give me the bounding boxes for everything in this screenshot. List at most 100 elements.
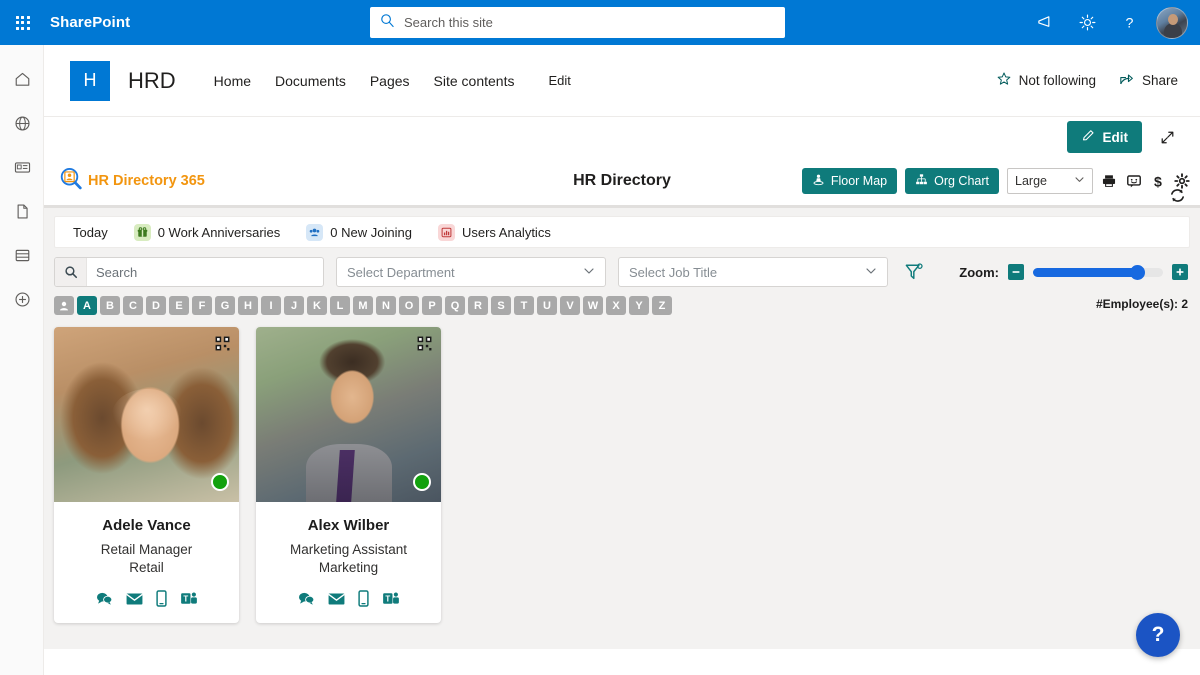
department-select-value: Select Department (347, 265, 455, 280)
list-icon[interactable] (0, 233, 44, 277)
funnel-filter-icon[interactable] (904, 262, 924, 282)
settings-icon[interactable] (1174, 173, 1190, 189)
employee-card[interactable]: Alex Wilber Marketing Assistant Marketin… (256, 327, 441, 623)
users-analytics-label: Users Analytics (462, 225, 551, 240)
nav-item-site-contents[interactable]: Site contents (422, 65, 527, 97)
alphabet-letter-p[interactable]: P (422, 296, 442, 315)
floor-map-icon (812, 173, 825, 189)
alphabet-letter-k[interactable]: K (307, 296, 327, 315)
alphabet-letter-b[interactable]: B (100, 296, 120, 315)
globe-icon[interactable] (0, 101, 44, 145)
alphabet-letter-e[interactable]: E (169, 296, 189, 315)
alphabet-letter-v[interactable]: V (560, 296, 580, 315)
job-title-select[interactable]: Select Job Title (618, 257, 888, 287)
alphabet-letter-r[interactable]: R (468, 296, 488, 315)
alphabet-letter-z[interactable]: Z (652, 296, 672, 315)
dollar-icon[interactable]: $ (1151, 173, 1165, 190)
avatar[interactable] (1156, 7, 1188, 39)
mobile-icon[interactable] (156, 590, 167, 607)
share-icon (1118, 71, 1135, 90)
alphabet-letter-m[interactable]: M (353, 296, 373, 315)
new-joining-item[interactable]: 0 New Joining (306, 224, 412, 241)
gear-icon[interactable] (1066, 0, 1108, 45)
zoom-slider-thumb[interactable] (1130, 265, 1145, 280)
alphabet-letter-q[interactable]: Q (445, 296, 465, 315)
alphabet-letter-t[interactable]: T (514, 296, 534, 315)
users-analytics-item[interactable]: Users Analytics (438, 224, 551, 241)
webpart-icon-group: $ (1101, 173, 1190, 190)
mobile-icon[interactable] (358, 590, 369, 607)
site-header: H HRD Home Documents Pages Site contents… (44, 45, 1200, 117)
share-button[interactable]: Share (1118, 71, 1178, 90)
expand-icon[interactable] (1154, 124, 1180, 150)
alphabet-letter-j[interactable]: J (284, 296, 304, 315)
directory-search-box[interactable] (54, 257, 324, 287)
nav-edit-link[interactable]: Edit (536, 65, 582, 96)
svg-text:T: T (385, 595, 390, 604)
alphabet-letter-w[interactable]: W (583, 296, 603, 315)
search-input[interactable] (404, 15, 785, 30)
hr-directory-365-brand[interactable]: HR Directory 365 (58, 166, 205, 197)
teams-icon[interactable]: T (180, 591, 198, 606)
teams-icon[interactable]: T (382, 591, 400, 606)
left-rail (0, 45, 44, 675)
floor-map-button[interactable]: Floor Map (802, 168, 897, 194)
alphabet-letter-i[interactable]: I (261, 296, 281, 315)
org-chart-button[interactable]: Org Chart (905, 168, 999, 194)
nav-item-documents[interactable]: Documents (263, 65, 358, 97)
zoom-slider[interactable] (1033, 268, 1163, 277)
alphabet-letter-x[interactable]: X (606, 296, 626, 315)
edit-page-button[interactable]: Edit (1067, 121, 1143, 153)
alphabet-letter-o[interactable]: O (399, 296, 419, 315)
news-icon[interactable] (0, 145, 44, 189)
alphabet-letter-g[interactable]: G (215, 296, 235, 315)
chat-icon[interactable] (298, 591, 315, 606)
alphabet-letter-u[interactable]: U (537, 296, 557, 315)
work-anniversaries-item[interactable]: 0 Work Anniversaries (134, 224, 281, 241)
person-icon[interactable] (54, 296, 74, 315)
print-icon[interactable] (1101, 173, 1117, 189)
help-icon[interactable]: ? (1108, 0, 1150, 45)
alphabet-letter-h[interactable]: H (238, 296, 258, 315)
qr-code-icon[interactable] (417, 336, 432, 351)
megaphone-icon[interactable] (1024, 0, 1066, 45)
site-search-box[interactable] (370, 7, 785, 38)
help-fab-button[interactable]: ? (1136, 613, 1180, 657)
home-icon[interactable] (0, 57, 44, 101)
employee-role: Marketing Assistant (264, 542, 433, 557)
suite-brand[interactable]: SharePoint (50, 14, 130, 31)
alphabet-letter-n[interactable]: N (376, 296, 396, 315)
zoom-out-button[interactable] (1008, 264, 1024, 280)
employee-photo-image (256, 327, 441, 502)
add-icon[interactable] (0, 277, 44, 321)
alphabet-letter-y[interactable]: Y (629, 296, 649, 315)
alphabet-letter-l[interactable]: L (330, 296, 350, 315)
employee-card[interactable]: Adele Vance Retail Manager Retail T (54, 327, 239, 623)
site-title[interactable]: HRD (128, 68, 176, 94)
alphabet-letter-s[interactable]: S (491, 296, 511, 315)
employee-role: Retail Manager (62, 542, 231, 557)
nav-item-home[interactable]: Home (202, 65, 263, 97)
alphabet-letter-c[interactable]: C (123, 296, 143, 315)
feedback-icon[interactable] (1126, 173, 1142, 189)
not-following-button[interactable]: Not following (996, 71, 1096, 90)
alphabet-letter-d[interactable]: D (146, 296, 166, 315)
department-select[interactable]: Select Department (336, 257, 606, 287)
document-icon[interactable] (0, 189, 44, 233)
qr-code-icon[interactable] (215, 336, 230, 351)
chat-icon[interactable] (96, 591, 113, 606)
email-icon[interactable] (126, 592, 143, 606)
employee-name: Alex Wilber (264, 517, 433, 534)
svg-text:?: ? (1125, 15, 1133, 31)
nav-item-pages[interactable]: Pages (358, 65, 422, 97)
app-launcher-grid (16, 16, 30, 30)
alphabet-letter-f[interactable]: F (192, 296, 212, 315)
email-icon[interactable] (328, 592, 345, 606)
zoom-in-button[interactable] (1172, 264, 1188, 280)
site-header-actions: Not following Share (996, 71, 1178, 90)
site-logo[interactable]: H (70, 61, 110, 101)
app-launcher-icon[interactable] (0, 0, 45, 45)
directory-search-input[interactable] (87, 258, 323, 286)
card-size-select[interactable]: Large (1007, 168, 1093, 194)
alphabet-letter-a[interactable]: A (77, 296, 97, 315)
